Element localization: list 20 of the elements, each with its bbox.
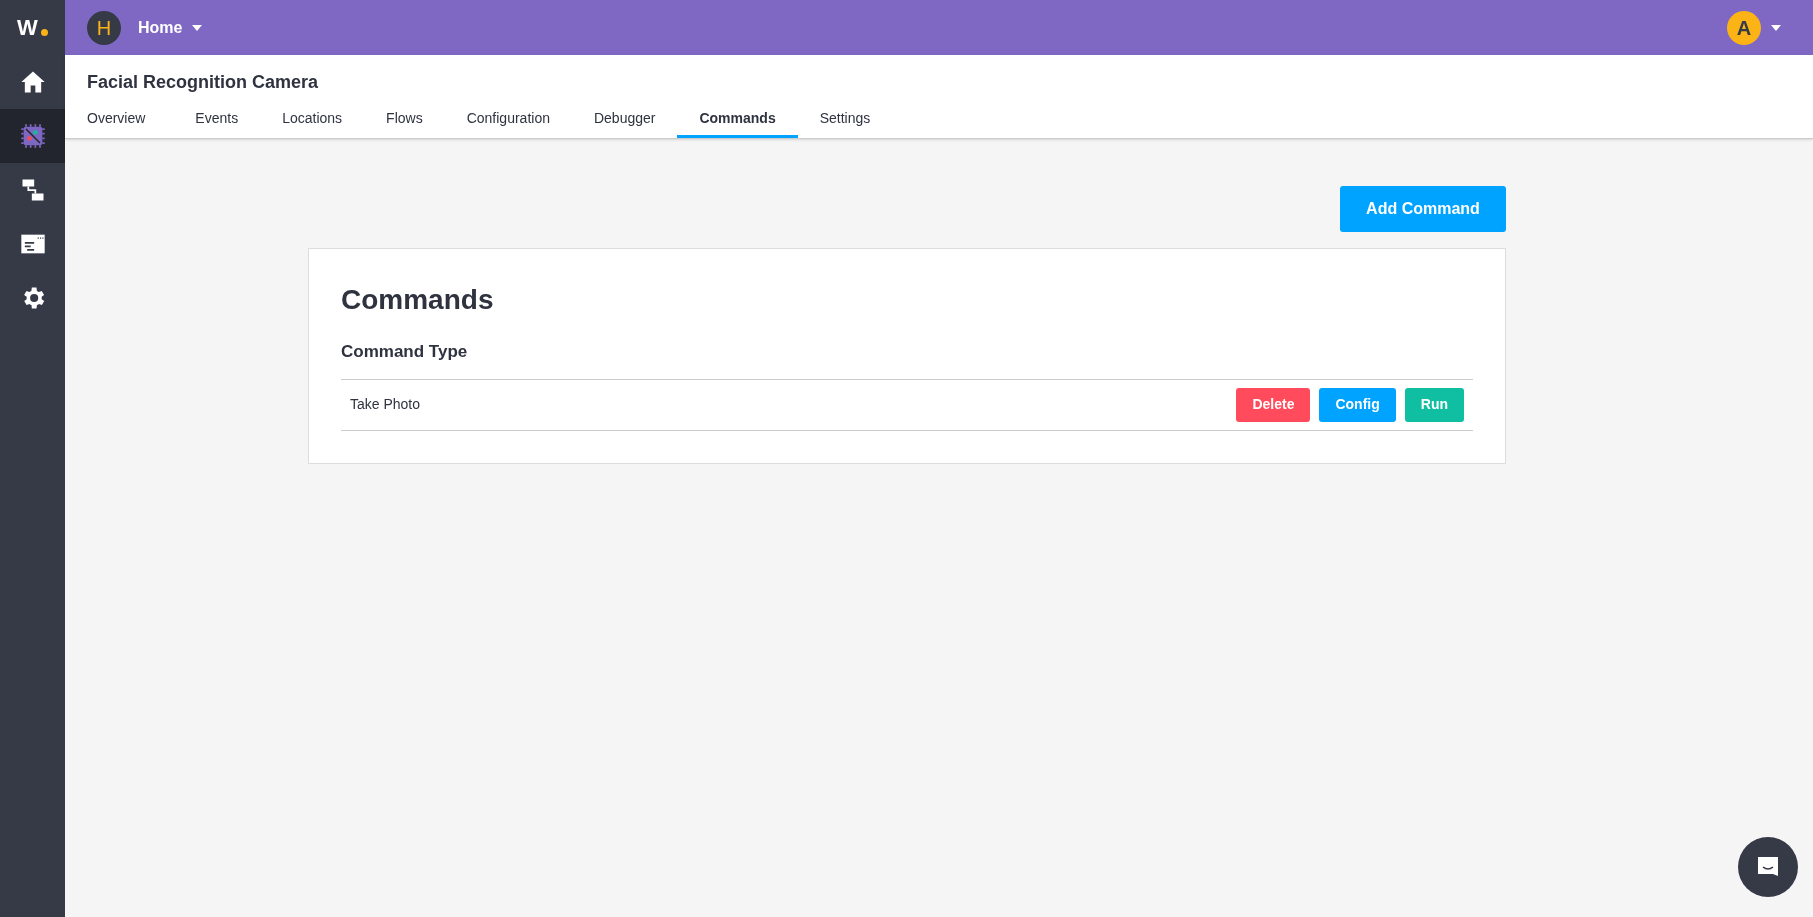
tab[interactable]: Flows [364, 102, 445, 138]
page-title: Facial Recognition Camera [87, 71, 320, 94]
user-avatar[interactable]: A [1727, 10, 1761, 45]
home-dropdown[interactable]: Home [138, 15, 203, 40]
tab[interactable]: Commands [677, 102, 798, 138]
tab[interactable]: Events [173, 102, 261, 138]
tab[interactable]: Settings [797, 102, 893, 138]
caret-icon [1771, 24, 1781, 31]
tab[interactable]: Locations [260, 102, 365, 138]
tab[interactable]: Overview [87, 102, 174, 138]
table-cell-text: Take Photo [350, 395, 422, 414]
chat-button[interactable] [1738, 837, 1798, 897]
caret-icon [192, 24, 203, 31]
tab[interactable]: Configuration [444, 102, 572, 138]
chip-icon [18, 122, 47, 150]
card-title: Commands [341, 283, 495, 317]
column-header: Command Type [341, 339, 1473, 380]
logo[interactable]: W [17, 14, 48, 41]
tab[interactable]: Debugger [571, 102, 678, 138]
app-avatar: H [87, 10, 121, 45]
